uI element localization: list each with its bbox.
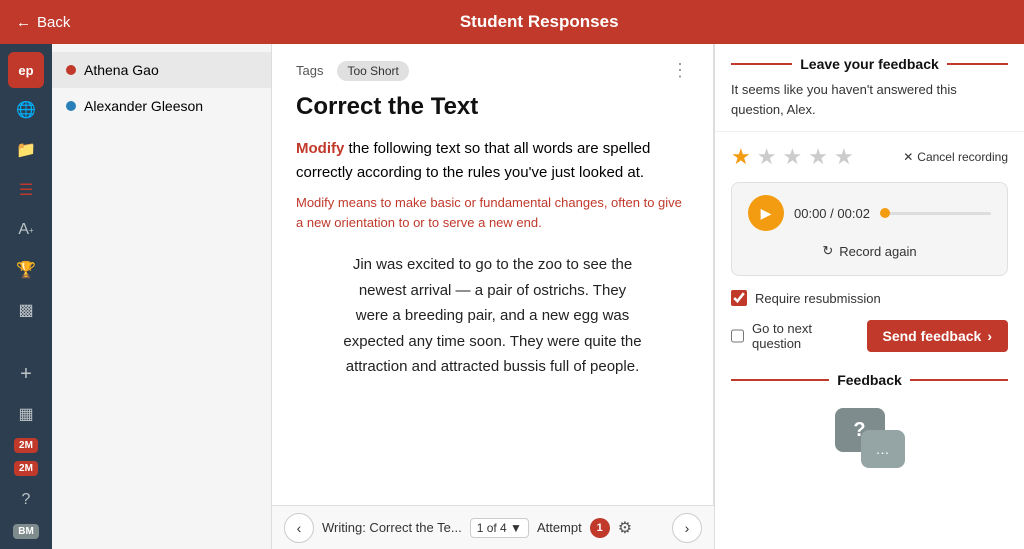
back-label: Back [37,14,70,31]
feedback-section-title: Leave your feedback [800,56,939,72]
badge-2m-red[interactable]: 2M [14,461,38,476]
prev-nav-button[interactable]: ‹ [284,513,314,543]
back-button[interactable]: ← Back [16,14,70,31]
student-dot-athena [66,65,76,75]
require-resubmission-label: Require resubmission [755,291,881,306]
globe-icon[interactable]: 🌐 [8,92,44,128]
bottom-line-right [910,379,1008,381]
highlight-modify: Modify [296,140,344,157]
folder-icon[interactable]: 📁 [8,132,44,168]
feedback-panel: Leave your feedback It seems like you ha… [714,44,1024,549]
send-feedback-label: Send feedback [883,328,982,344]
app-header: ← Back Student Responses [0,0,1024,44]
tags-row: Tags Too Short ⋮ [296,60,689,81]
attempt-badge: 1 [590,518,610,538]
feedback-bottom-title: Feedback [837,372,902,388]
star-1[interactable]: ★ [731,144,751,170]
star-3[interactable]: ★ [782,144,802,170]
feedback-icon-area: ? … [715,396,1024,480]
attempt-label: Attempt [537,520,582,535]
icon-sidebar: ep 🌐 📁 ☰ A+ 🏆 ▩ + ▦ 2M 2M ? BM [0,44,52,549]
cancel-recording-button[interactable]: ✕ Cancel recording [903,150,1008,164]
go-next-label: Go to next question [752,321,843,351]
bubble-secondary: … [861,430,905,468]
page-selector[interactable]: 1 of 4 ▼ [470,518,529,538]
trophy-icon[interactable]: 🏆 [8,252,44,288]
audio-progress-dot [880,208,890,218]
next-nav-button[interactable]: › [672,513,702,543]
student-sidebar: Athena Gao Alexander Gleeson [52,44,272,549]
passage-text: Jin was excited to go to the zoo to see … [343,252,643,380]
star-5[interactable]: ★ [834,144,854,170]
record-again-button[interactable]: ↻ Record again [748,239,991,263]
content-area: Tags Too Short ⋮ Correct the Text Modify… [272,44,714,549]
feedback-bottom-header: Feedback [715,360,1024,396]
require-resubmission-checkbox[interactable] [731,290,747,306]
audio-progress-bar[interactable] [880,212,991,215]
require-resubmission-row: Require resubmission [715,284,1024,312]
back-arrow-icon: ← [16,14,31,31]
badge-bm: BM [13,524,39,539]
tags-label: Tags [296,63,323,78]
x-icon: ✕ [903,150,913,164]
audio-player: ▶ 00:00 / 00:02 ↻ Record again [731,182,1008,276]
app-logo-icon: ep [8,52,44,88]
chevron-right-icon: › [987,328,992,344]
star-2[interactable]: ★ [757,144,777,170]
go-next-checkbox[interactable] [731,328,744,344]
page-info: 1 of 4 [477,521,507,535]
refresh-icon: ↻ [822,243,833,259]
question-title: Correct the Text [296,93,689,121]
send-feedback-button[interactable]: Send feedback › [867,320,1009,352]
font-icon[interactable]: A+ [8,212,44,248]
question-instruction: Modify the following text so that all wo… [296,137,689,185]
student-item-athena[interactable]: Athena Gao [52,52,271,88]
question-card: Tags Too Short ⋮ Correct the Text Modify… [272,44,714,505]
badge-2m[interactable]: 2M [14,438,38,453]
header-line-right [947,63,1008,65]
audio-controls: ▶ 00:00 / 00:02 [748,195,991,231]
bottom-nav: ‹ Writing: Correct the Te... 1 of 4 ▼ At… [272,505,714,549]
instruction-text: the following text so that all words are… [296,140,650,181]
main-layout: ep 🌐 📁 ☰ A+ 🏆 ▩ + ▦ 2M 2M ? BM Athena Ga… [0,44,1024,549]
send-feedback-row: Go to next question Send feedback › [715,312,1024,360]
play-button[interactable]: ▶ [748,195,784,231]
bottom-line-left [731,379,829,381]
cancel-recording-label: Cancel recording [917,150,1008,164]
more-options-icon[interactable]: ⋮ [671,60,689,81]
help-icon[interactable]: ? [8,482,44,518]
star-4[interactable]: ★ [808,144,828,170]
list-icon[interactable]: ☰ [8,172,44,208]
definition-text: Modify means to make basic or fundamenta… [296,193,689,232]
unanswered-text: It seems like you haven't answered this … [715,80,1024,132]
record-again-label: Record again [839,244,916,259]
add-icon[interactable]: + [8,356,44,392]
page-title: Student Responses [70,12,1008,32]
student-name-alexander: Alexander Gleeson [84,98,203,114]
chart-icon[interactable]: ▩ [8,292,44,328]
nav-writing-label: Writing: Correct the Te... [322,520,462,535]
too-short-tag[interactable]: Too Short [337,61,408,81]
student-item-alexander[interactable]: Alexander Gleeson [52,88,271,124]
student-dot-alexander [66,101,76,111]
current-time: 00:00 / 00:02 [794,206,870,221]
grid-icon[interactable]: ▦ [8,396,44,432]
header-line-left [731,63,792,65]
star-rating-row: ★ ★ ★ ★ ★ ✕ Cancel recording [715,132,1024,182]
student-name-athena: Athena Gao [84,62,159,78]
settings-gear-icon[interactable]: ⚙ [618,518,632,538]
chat-bubbles-icon: ? … [835,408,905,468]
feedback-section-header: Leave your feedback [715,44,1024,80]
go-next-row: Go to next question [715,321,843,351]
